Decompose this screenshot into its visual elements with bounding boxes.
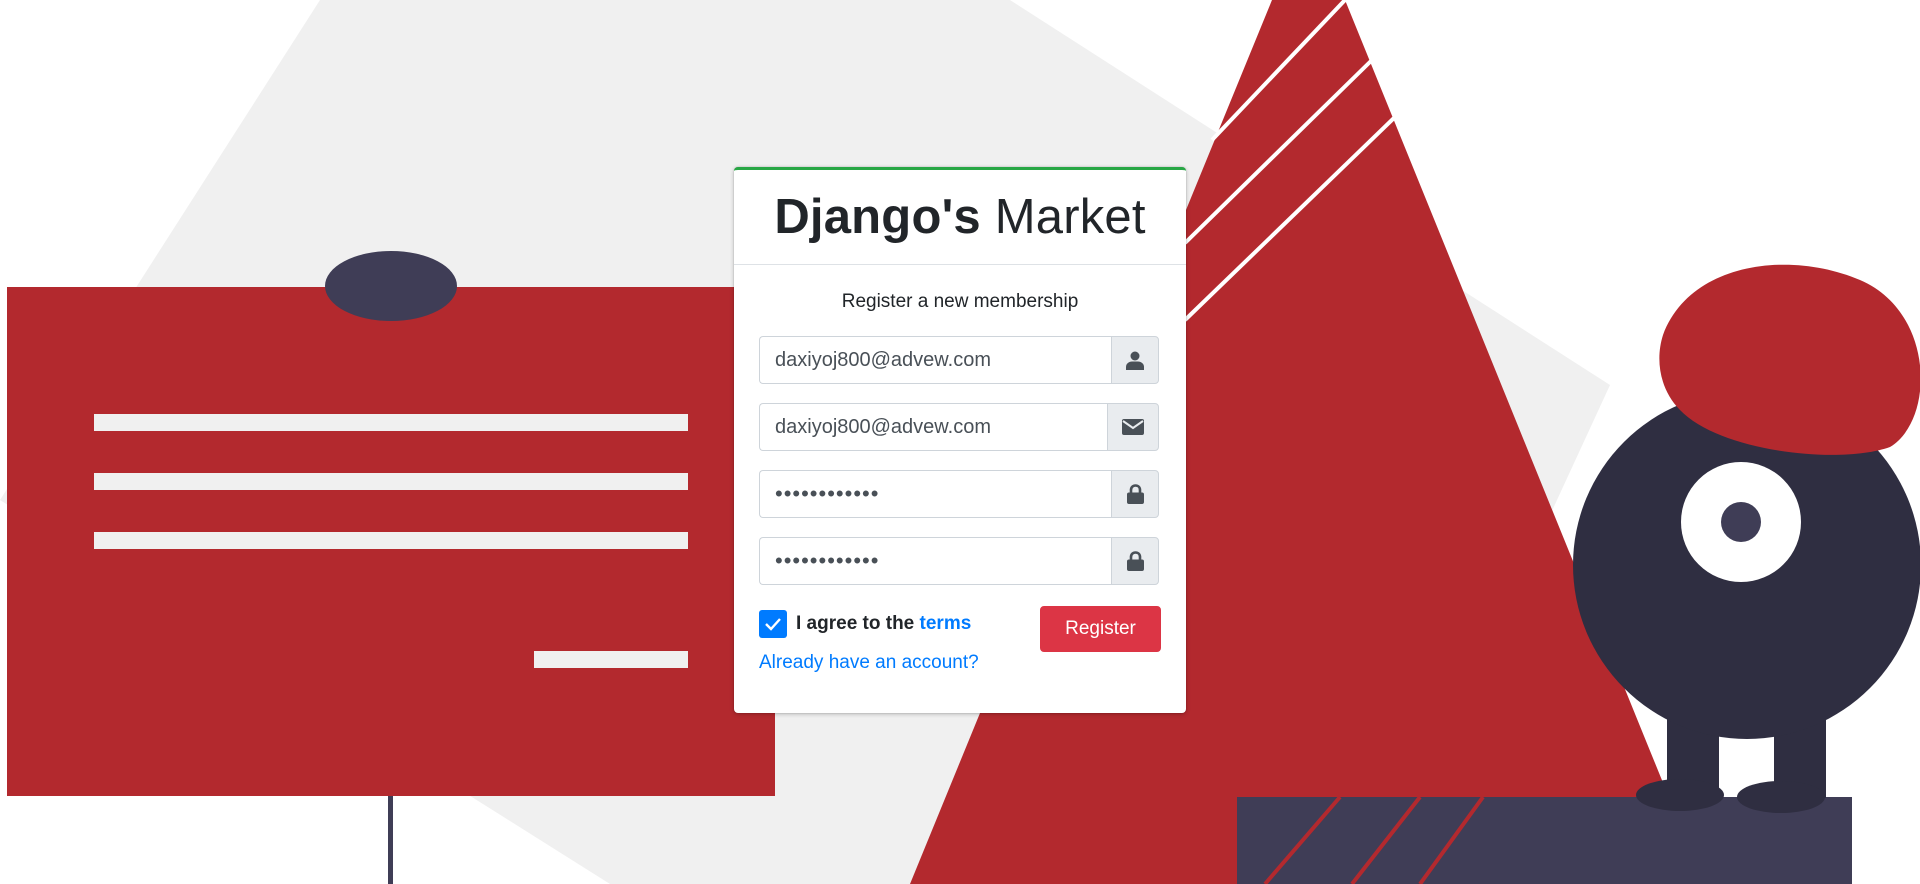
signboard-knob [325, 251, 457, 321]
user-icon [1126, 351, 1144, 370]
creature-pupil [1721, 502, 1761, 542]
lock-icon [1126, 551, 1144, 571]
card-body: Register a new membership daxiyoj800@adv… [734, 265, 1186, 674]
register-button[interactable]: Register [1040, 606, 1161, 652]
email-input[interactable] [759, 403, 1107, 451]
register-card: Django's Market Register a new membershi… [734, 167, 1186, 713]
agree-terms-label[interactable]: I agree to the terms [759, 610, 971, 638]
password-confirm-input[interactable] [759, 537, 1111, 585]
username-addon [1111, 336, 1159, 384]
terms-link[interactable]: terms [920, 613, 972, 634]
agree-terms-checkbox[interactable] [759, 610, 787, 638]
brand-name-bold: Django's [774, 190, 981, 244]
password-input[interactable] [759, 470, 1111, 518]
checkmark-icon [765, 618, 781, 631]
password-confirm-group [759, 537, 1159, 585]
signboard-line [94, 532, 688, 549]
register-message: Register a new membership [841, 291, 1079, 312]
username-input[interactable] [759, 336, 1111, 384]
brand-space [981, 189, 995, 245]
password-addon [1111, 470, 1159, 518]
signboard-line [534, 651, 688, 668]
card-header: Django's Market [734, 170, 1186, 265]
agree-terms-text: I agree to the terms [796, 613, 971, 635]
signboard-pole [388, 790, 393, 884]
actions-row: I agree to the terms Register [759, 604, 1161, 652]
email-group [759, 403, 1159, 451]
email-addon [1107, 403, 1159, 451]
password-group [759, 470, 1159, 518]
password-confirm-addon [1111, 537, 1159, 585]
username-group [759, 336, 1159, 384]
envelope-icon [1122, 419, 1144, 435]
signboard-line [94, 473, 688, 490]
lock-icon [1126, 484, 1144, 504]
creature-foot [1737, 781, 1825, 813]
creature-foot [1636, 779, 1724, 811]
signboard-line [94, 414, 688, 431]
brand-name-light: Market [994, 190, 1146, 244]
login-link[interactable]: Already have an account? [759, 652, 979, 674]
agree-prefix: I agree to the [796, 613, 915, 634]
register-page: Django's Market Register a new membershi… [0, 0, 1920, 884]
